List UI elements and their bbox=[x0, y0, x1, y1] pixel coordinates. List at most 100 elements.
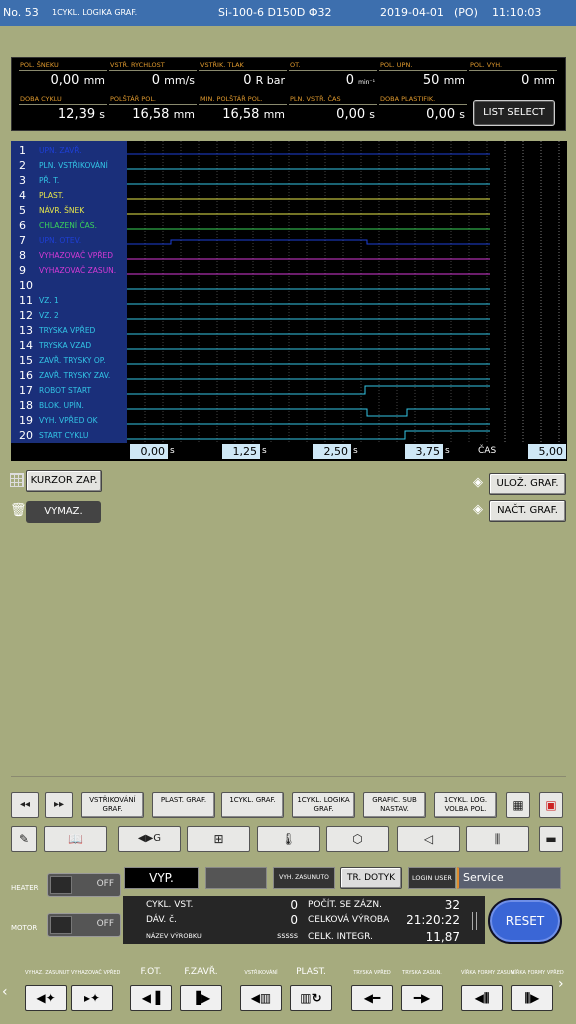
param-cell: DOBA PLASTIFIK. 0,00 s bbox=[379, 95, 467, 124]
manual-button[interactable]: ━▶ bbox=[401, 985, 443, 1011]
screen-tab[interactable]: 1CYKL. LOGIKA GRAF. bbox=[292, 792, 355, 818]
mold-icon[interactable]: ⊞ bbox=[187, 826, 250, 852]
param-value: 0 mm/s bbox=[109, 71, 197, 90]
param-value: 0,00 mm bbox=[19, 71, 107, 90]
screen-tab[interactable]: VSTŘIKOVÁNÍ GRAF. bbox=[81, 792, 144, 818]
trash-icon: 🗑 bbox=[10, 503, 27, 518]
book-icon[interactable]: 📖 bbox=[44, 826, 107, 852]
param-cell: VSTŘIK. TLAK 0 R bar bbox=[199, 61, 287, 90]
signal-row: 9 VYHAZOVAČ ZASUN. bbox=[11, 263, 127, 278]
user-field[interactable]: Service bbox=[457, 867, 561, 889]
clamp-icon[interactable]: ⫼ bbox=[466, 826, 529, 852]
manual-label: VYHAZOVAČ VPŘED bbox=[71, 970, 121, 976]
nozzle-icon[interactable]: ◁ bbox=[397, 826, 460, 852]
signal-name: VYH. VPŘED OK bbox=[39, 416, 98, 425]
param-label: DOBA PLASTIFIK. bbox=[379, 95, 467, 105]
save-graph-button[interactable]: ULOŽ. GRAF. bbox=[489, 473, 566, 495]
screen-tab[interactable]: 1CYKL. LOG. VOLBA POL. bbox=[434, 792, 497, 818]
manual-button[interactable]: ▥↻ bbox=[290, 985, 332, 1011]
manual-button[interactable]: ◀✦ bbox=[25, 985, 67, 1011]
manual-button[interactable]: ◀▥ bbox=[240, 985, 282, 1011]
reset-button[interactable]: RESET bbox=[488, 898, 562, 944]
param-number: 12,39 bbox=[57, 107, 96, 122]
signal-number: 13 bbox=[19, 324, 33, 337]
list-select-button[interactable]: LIST SELECT bbox=[473, 100, 555, 126]
date: 2019-04-01 bbox=[380, 6, 444, 19]
scroll-right-icon[interactable]: › bbox=[558, 976, 564, 992]
motor-toggle[interactable]: OFF bbox=[47, 913, 121, 937]
param-label: VSTŘ. RYCHLOST bbox=[109, 61, 197, 71]
signal-name: PLN. VSTŘIKOVÁNÍ bbox=[39, 161, 108, 170]
signal-name: TRYSKA VPŘED bbox=[39, 326, 96, 335]
heater-label: HEATER bbox=[11, 884, 39, 892]
time-unit: s bbox=[262, 446, 267, 456]
manual-button[interactable]: ⫼▶ bbox=[511, 985, 553, 1011]
prev-page-button[interactable]: ◂◂ bbox=[11, 792, 39, 818]
signal-name: UPN. OTEV. bbox=[39, 236, 82, 245]
manual-button[interactable]: ◀▐ bbox=[130, 985, 172, 1011]
time-tick-1: 1,25 bbox=[222, 444, 260, 459]
weekday: (PO) bbox=[454, 6, 478, 19]
load-graph-button[interactable]: NAČT. GRAF. bbox=[489, 500, 566, 522]
param-label: VSTŘIK. TLAK bbox=[199, 61, 287, 71]
param-unit: mm bbox=[443, 74, 465, 87]
grid-menu-icon[interactable]: ▦ bbox=[506, 792, 530, 818]
time-tick-3: 3,75 bbox=[405, 444, 443, 459]
signal-name: VZ. 1 bbox=[39, 296, 59, 305]
screen-tab[interactable]: GRAFIC. SUB NASTAV. bbox=[363, 792, 426, 818]
param-unit: min⁻¹ bbox=[358, 79, 375, 86]
thermometer-icon[interactable]: 🌡 bbox=[257, 826, 320, 852]
manual-button[interactable]: ▸✦ bbox=[71, 985, 113, 1011]
touch-test-button[interactable]: TR. DOTYK bbox=[340, 867, 402, 889]
heater-toggle[interactable]: OFF bbox=[47, 873, 121, 897]
signal-name: START CYKLU bbox=[39, 431, 89, 440]
blank-display bbox=[205, 867, 267, 889]
signal-row: 11 VZ. 1 bbox=[11, 293, 127, 308]
signal-row: 19 VYH. VPŘED OK bbox=[11, 413, 127, 428]
scroll-left-icon[interactable]: ‹ bbox=[2, 984, 8, 1000]
manual-button[interactable]: ◀⫼ bbox=[461, 985, 503, 1011]
signal-row: 1 UPN. ZAVŘ. bbox=[11, 143, 127, 158]
manual-button[interactable]: ◀━ bbox=[351, 985, 393, 1011]
param-unit: mm bbox=[533, 74, 555, 87]
signal-row: 14 TRYSKA VZAD bbox=[11, 338, 127, 353]
signal-row: 18 BLOK. UPÍN. bbox=[11, 398, 127, 413]
time-tick-2: 2,50 bbox=[313, 444, 351, 459]
integral-label: CELK. INTEGR. bbox=[308, 932, 373, 942]
param-value: 50 mm bbox=[379, 71, 467, 90]
window-icon[interactable]: ▬ bbox=[539, 826, 563, 852]
screen-tab[interactable]: PLAST. GRAF. bbox=[152, 792, 215, 818]
param-cell: PLN. VSTŘ. ČAS 0,00 s bbox=[289, 95, 377, 124]
cas-value[interactable]: 5,00 bbox=[528, 444, 566, 459]
signal-number: 7 bbox=[19, 234, 26, 247]
param-label: DOBA CYKLU bbox=[19, 95, 107, 105]
delete-button[interactable]: VYMAZ. bbox=[26, 501, 101, 523]
injection-graph-icon[interactable]: ◀▶G bbox=[118, 826, 181, 852]
param-unit: mm bbox=[173, 108, 195, 121]
param-cell: POLŠTÁŘ POL. 16,58 mm bbox=[109, 95, 197, 124]
signal-number: 11 bbox=[19, 294, 33, 307]
exit-door-icon[interactable]: ▣ bbox=[539, 792, 563, 818]
login-user-label: LOGIN USER bbox=[408, 867, 456, 889]
next-page-button[interactable]: ▸▸ bbox=[45, 792, 73, 818]
product-name-label: NÁZEV VÝROBKU bbox=[146, 932, 202, 940]
manual-label: F.ZAVŘ. bbox=[184, 967, 218, 977]
param-label: OT. bbox=[289, 61, 377, 71]
ejector-status: VYH. ZASUNUTO bbox=[273, 867, 335, 889]
signal-name: UPN. ZAVŘ. bbox=[39, 146, 82, 155]
manual-button[interactable]: ▐▶ bbox=[180, 985, 222, 1011]
cube-icon[interactable]: ⬡ bbox=[326, 826, 389, 852]
screen-tab[interactable]: 1CYKL. GRAF. bbox=[221, 792, 284, 818]
manual-label: VYHAZ. ZASUNUT bbox=[25, 970, 70, 976]
param-number: 0 bbox=[521, 73, 530, 88]
panel-divider bbox=[472, 912, 477, 930]
logic-plot-area bbox=[127, 141, 560, 443]
cursor-on-button[interactable]: KURZOR ZAP. bbox=[26, 470, 102, 492]
signal-number: 12 bbox=[19, 309, 33, 322]
manual-label: PLAST. bbox=[296, 967, 326, 977]
param-cell: DOBA CYKLU 12,39 s bbox=[19, 95, 107, 124]
pencil-icon[interactable]: ✎ bbox=[11, 826, 37, 852]
load-icon: ◈ bbox=[473, 502, 483, 517]
total-production-value: 21:20:22 bbox=[406, 913, 460, 927]
param-number: 0 bbox=[151, 73, 160, 88]
